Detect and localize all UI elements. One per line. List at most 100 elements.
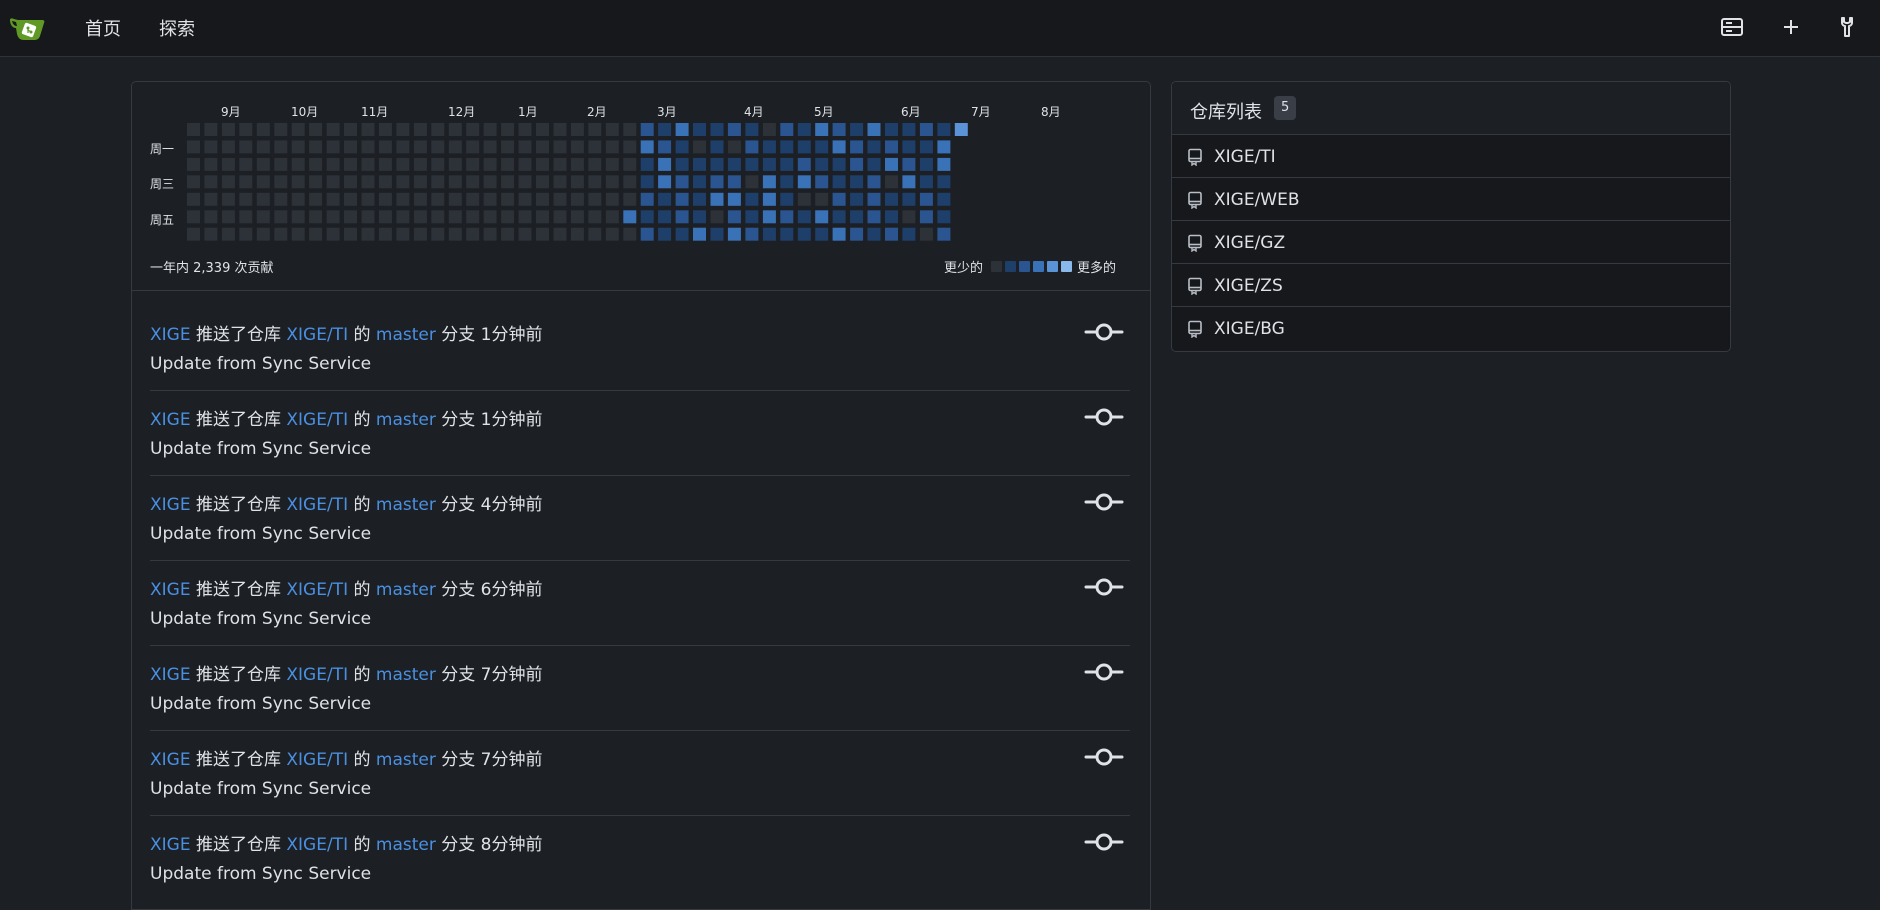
heatmap-cell[interactable]	[693, 227, 706, 241]
heatmap-cell[interactable]	[815, 175, 829, 189]
heatmap-cell[interactable]	[413, 123, 427, 136]
heatmap-cell[interactable]	[885, 175, 898, 189]
heatmap-cell[interactable]	[448, 140, 462, 154]
heatmap-cell[interactable]	[762, 175, 776, 189]
heatmap-cell[interactable]	[536, 210, 549, 224]
feed-user-link[interactable]: XIGE	[150, 750, 191, 770]
feed-user-link[interactable]: XIGE	[150, 495, 191, 515]
heatmap-cell[interactable]	[850, 210, 864, 224]
heatmap-cell[interactable]	[588, 140, 602, 154]
heatmap-cell[interactable]	[605, 175, 619, 189]
heatmap-cell[interactable]	[413, 157, 427, 171]
heatmap-cell[interactable]	[885, 210, 898, 224]
heatmap-cell[interactable]	[832, 123, 846, 136]
heatmap-cell[interactable]	[431, 175, 445, 189]
heatmap-cell[interactable]	[448, 123, 462, 136]
heatmap-cell[interactable]	[902, 227, 916, 241]
heatmap-cell[interactable]	[693, 140, 706, 154]
heatmap-cell[interactable]	[221, 175, 235, 189]
heatmap-cell[interactable]	[885, 192, 898, 206]
feed-repo-link[interactable]: XIGE/TI	[286, 495, 348, 515]
feed-user-link[interactable]: XIGE	[150, 835, 191, 855]
heatmap-cell[interactable]	[536, 140, 549, 154]
heatmap-cell[interactable]	[605, 123, 619, 136]
heatmap-cell[interactable]	[413, 140, 427, 154]
feed-commit-message[interactable]: Update from Sync Service	[150, 779, 371, 799]
heatmap-cell[interactable]	[518, 140, 532, 154]
heatmap-cell[interactable]	[553, 210, 567, 224]
heatmap-cell[interactable]	[448, 157, 462, 171]
heatmap-cell[interactable]	[518, 210, 532, 224]
heatmap-cell[interactable]	[605, 192, 619, 206]
heatmap-cell[interactable]	[378, 192, 392, 206]
heatmap-cell[interactable]	[396, 175, 410, 189]
heatmap-cell[interactable]	[902, 175, 916, 189]
heatmap-cell[interactable]	[570, 123, 584, 136]
heatmap-cell[interactable]	[448, 192, 462, 206]
feed-user-link[interactable]: XIGE	[150, 580, 191, 600]
heatmap-cell[interactable]	[693, 210, 706, 224]
heatmap-cell[interactable]	[204, 140, 218, 154]
heatmap-cell[interactable]	[745, 123, 759, 136]
heatmap-cell[interactable]	[762, 227, 776, 241]
heatmap-cell[interactable]	[187, 157, 200, 171]
heatmap-cell[interactable]	[274, 140, 288, 154]
heatmap-cell[interactable]	[466, 192, 480, 206]
heatmap-cell[interactable]	[640, 140, 654, 154]
heatmap-cell[interactable]	[658, 210, 672, 224]
heatmap-cell[interactable]	[309, 157, 323, 171]
heatmap-cell[interactable]	[658, 227, 672, 241]
heatmap-cell[interactable]	[605, 210, 619, 224]
heatmap-cell[interactable]	[518, 227, 532, 241]
feed-commit-message[interactable]: Update from Sync Service	[150, 439, 371, 459]
heatmap-cell[interactable]	[291, 210, 305, 224]
heatmap-cell[interactable]	[902, 123, 916, 136]
heatmap-cell[interactable]	[588, 175, 602, 189]
heatmap-cell[interactable]	[675, 175, 689, 189]
heatmap-cell[interactable]	[501, 210, 515, 224]
heatmap-cell[interactable]	[919, 210, 933, 224]
heatmap-cell[interactable]	[378, 123, 392, 136]
heatmap-cell[interactable]	[902, 140, 916, 154]
heatmap-cell[interactable]	[815, 123, 829, 136]
feed-commit-message[interactable]: Update from Sync Service	[150, 354, 371, 374]
heatmap-cell[interactable]	[658, 175, 672, 189]
feed-branch-link[interactable]: master	[376, 495, 436, 515]
heatmap-cell[interactable]	[658, 123, 672, 136]
heatmap-cell[interactable]	[588, 157, 602, 171]
heatmap-cell[interactable]	[885, 140, 898, 154]
heatmap-cell[interactable]	[536, 227, 549, 241]
heatmap-cell[interactable]	[187, 175, 200, 189]
heatmap-cell[interactable]	[570, 140, 584, 154]
heatmap-cell[interactable]	[536, 175, 549, 189]
heatmap-cell[interactable]	[344, 192, 357, 206]
heatmap-cell[interactable]	[710, 175, 724, 189]
heatmap-cell[interactable]	[483, 140, 497, 154]
heatmap-cell[interactable]	[553, 140, 567, 154]
heatmap-cell[interactable]	[291, 175, 305, 189]
heatmap-cell[interactable]	[344, 140, 357, 154]
heatmap-cell[interactable]	[867, 140, 881, 154]
heatmap-cell[interactable]	[885, 227, 898, 241]
heatmap-cell[interactable]	[274, 157, 288, 171]
heatmap-cell[interactable]	[588, 192, 602, 206]
heatmap-cell[interactable]	[762, 140, 776, 154]
heatmap-cell[interactable]	[937, 140, 951, 154]
heatmap-cell[interactable]	[867, 175, 881, 189]
heatmap-cell[interactable]	[396, 227, 410, 241]
feed-branch-link[interactable]: master	[376, 835, 436, 855]
heatmap-cell[interactable]	[780, 192, 794, 206]
heatmap-cell[interactable]	[378, 227, 392, 241]
heatmap-cell[interactable]	[256, 123, 270, 136]
heatmap-cell[interactable]	[675, 157, 689, 171]
heatmap-cell[interactable]	[815, 227, 829, 241]
heatmap-cell[interactable]	[536, 157, 549, 171]
feed-commit-message[interactable]: Update from Sync Service	[150, 864, 371, 884]
heatmap-cell[interactable]	[693, 192, 706, 206]
feed-user-link[interactable]: XIGE	[150, 665, 191, 685]
heatmap-cell[interactable]	[326, 227, 340, 241]
heatmap-cell[interactable]	[466, 227, 480, 241]
heatmap-cell[interactable]	[483, 227, 497, 241]
repository-list-item[interactable]: XIGE/WEB	[1172, 178, 1730, 221]
feed-branch-link[interactable]: master	[376, 665, 436, 685]
